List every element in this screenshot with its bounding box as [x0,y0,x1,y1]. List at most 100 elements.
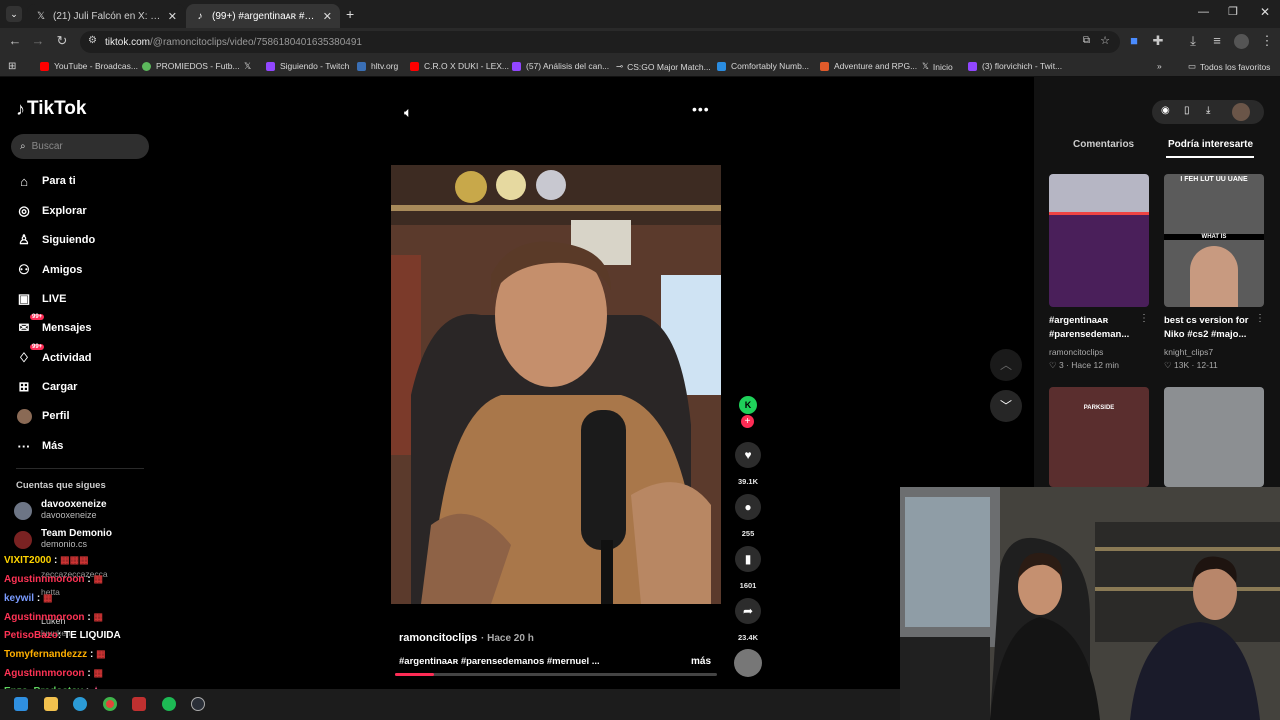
bookmark-item[interactable]: PROMIEDOS - Futb... [142,61,240,71]
bookmark-item[interactable]: ⊸ CS:GO Major Match... [616,61,711,72]
close-icon[interactable]: ✕ [168,10,177,23]
share-button[interactable]: ➦ [735,598,761,624]
restore-button[interactable]: ❐ [1228,5,1238,18]
browser-menu-icon[interactable]: ⋮ [1258,33,1276,49]
comment-button[interactable]: ● [735,494,761,520]
video-caption[interactable]: #argentinaᴀʀ #parensedemanos #mernuel ..… [399,656,600,667]
device-icon[interactable]: ▯ [1184,105,1190,116]
card-author[interactable]: ramoncitoclips [1049,347,1103,357]
card-author[interactable]: knight_clips7 [1164,347,1213,357]
apps-grid-icon[interactable]: ⊞ [8,61,16,72]
tab-comentarios[interactable]: Comentarios [1073,139,1134,150]
chat-message: : TE LIQUIDA [57,630,121,641]
card-title[interactable]: best cs version for Niko #cs2 #majo... [1164,314,1248,342]
tab-x[interactable]: 𝕏 (21) Juli Falcón en X: "https://t.c ✕ [27,4,185,28]
bookmark-item[interactable]: Siguiendo - Twitch [266,61,349,71]
chrome-icon[interactable] [103,697,117,711]
steam-icon[interactable] [191,697,205,711]
search-input[interactable]: ⌕ Buscar [11,134,149,159]
taskbar [0,689,900,720]
following-account[interactable]: Team Demonio demonio.cs [14,528,112,549]
card-more-icon[interactable]: ⋮ [1255,313,1265,324]
video-author[interactable]: ramoncitoclips [399,632,477,644]
bookmark-item[interactable]: (3) florvichich - Twit... [968,61,1062,71]
all-bookmarks-folder[interactable]: ▭ Todos los favoritos [1188,61,1270,72]
tab-search-button[interactable]: ⌄ [6,6,22,22]
card-more-icon[interactable]: ⋮ [1139,313,1149,324]
media-controls-icon[interactable]: ≡ [1208,33,1226,48]
nav-mensajes[interactable]: ✉ 99+ Mensajes [16,314,92,336]
tiktok-logo[interactable]: ♪ TikTok [16,98,86,120]
download-icon[interactable]: ⤓ [1184,33,1202,49]
save-button[interactable]: ▮ [735,546,761,572]
bookmark-item[interactable]: 𝕏 [244,61,251,72]
like-button[interactable]: ♥ [735,442,761,468]
video-card-thumbnail[interactable]: PARKSIDE [1049,387,1149,487]
spotify-icon[interactable] [162,697,176,711]
install-app-icon[interactable]: ⧉ [1083,35,1090,46]
creator-avatar[interactable]: K [739,396,757,414]
profile-avatar[interactable] [1234,34,1249,49]
video-card-thumbnail[interactable]: I FEH LUT UU UANE WHAT IS [1164,174,1264,307]
previous-video-button[interactable]: ︿ [990,349,1022,381]
nav-amigos[interactable]: ⚇ Amigos [16,262,82,278]
music-disc-avatar[interactable] [734,649,762,677]
windows-start-icon[interactable] [14,697,28,711]
site-info-icon[interactable]: ⚙ [88,35,97,46]
download-icon[interactable]: ⤓ [1206,105,1210,116]
video-card-thumbnail[interactable] [1049,174,1149,307]
nav-siguiendo[interactable]: ♙ Siguiendo [16,232,95,248]
address-bar[interactable]: ⚙ tiktok.com/@ramoncitoclips/video/75861… [80,31,1120,53]
edge-icon[interactable] [73,697,87,711]
thumb-overlay-text: I FEH LUT UU UANE [1180,176,1248,183]
url-domain: tiktok.com [105,36,151,48]
caption-more-button[interactable]: más [691,656,711,667]
back-button[interactable]: ← [6,33,24,48]
nav-cargar[interactable]: ⊞ Cargar [16,379,78,395]
bookmark-star-icon[interactable]: ☆ [1100,34,1110,47]
bookmark-label: CS:GO Major Match... [627,61,711,72]
close-icon[interactable]: ✕ [323,10,332,23]
extensions-puzzle-icon[interactable]: ✚ [1149,33,1167,49]
nav-perfil[interactable]: Perfil [16,408,70,424]
tab-tiktok[interactable]: ♪ (99+) #argentinaᴀʀ #parensede ✕ [186,4,340,28]
following-account[interactable]: davooxeneize davooxeneize [14,499,107,520]
account-name: davooxeneize [41,499,107,510]
next-video-button[interactable]: ﹀ [990,390,1022,422]
reload-button[interactable]: ↻ [53,33,71,49]
nav-actividad[interactable]: ♢ 99+ Actividad [16,344,92,366]
bookmark-item[interactable]: Adventure and RPG... [820,61,917,71]
bookmark-item[interactable]: 𝕏 Inicio [922,61,953,72]
tab-podria-interesarte[interactable]: Podría interesarte [1168,139,1253,150]
coins-icon[interactable]: ◉ [1161,105,1170,116]
x-logo-icon: 𝕏 [244,61,252,71]
chat-message: : [87,668,91,679]
volume-icon[interactable]: 🔈︎ [404,104,412,121]
nav-live[interactable]: ▣ LIVE [16,291,67,307]
calendar-app-icon[interactable] [132,697,146,711]
bookmark-item[interactable]: hltv.org [357,61,398,71]
minimize-button[interactable]: — [1198,6,1209,18]
close-window-button[interactable]: ✕ [1260,5,1270,19]
video-player[interactable] [391,165,721,604]
avatar[interactable] [1232,103,1250,121]
bookmark-item[interactable]: (57) Análisis del can... [512,61,609,71]
extension-icon[interactable]: ■ [1125,33,1143,48]
video-card-thumbnail[interactable] [1164,387,1264,487]
file-explorer-icon[interactable] [44,697,58,711]
nav-mas[interactable]: ··· Más [16,438,64,454]
bookmark-item[interactable]: YouTube - Broadcas... [40,61,138,71]
new-tab-button[interactable]: + [346,6,354,22]
more-bookmarks-icon[interactable]: » [1157,61,1162,71]
follow-plus-button[interactable]: + [741,415,754,428]
bookmark-item[interactable]: Comfortably Numb... [717,61,809,71]
video-progress-track[interactable] [395,673,717,676]
nav-para-ti[interactable]: ⌂ Para ti [16,173,76,189]
bookmark-label: Siguiendo - Twitch [280,61,350,71]
nav-explorar[interactable]: ◎ Explorar [16,203,86,219]
video-more-icon[interactable]: ••• [692,101,710,117]
nav-label: LIVE [42,293,67,305]
card-title[interactable]: #argentinaᴀʀ #parensedeman... [1049,314,1129,342]
forward-button[interactable]: → [29,33,47,48]
bookmark-item[interactable]: C.R.O X DUKI - LEX... [410,61,509,71]
